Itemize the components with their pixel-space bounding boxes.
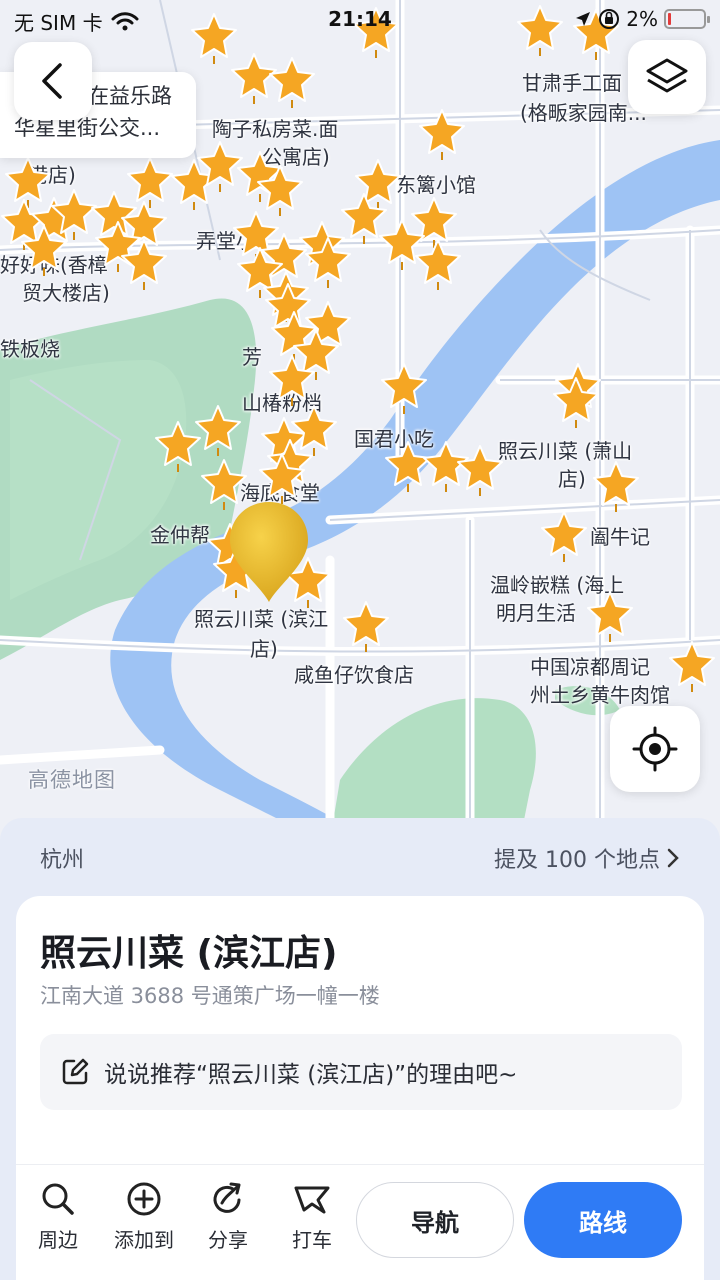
place-address: 江南大道 3688 号通策广场一幢一楼 xyxy=(40,984,380,1008)
poi-star-marker-icon[interactable] xyxy=(268,354,316,408)
divider xyxy=(16,1164,704,1165)
edit-icon xyxy=(62,1058,89,1085)
share-label: 分享 xyxy=(208,1228,248,1252)
recommend-reason-input[interactable]: 说说推荐“照云川菜 (滨江店)”的理由吧~ xyxy=(40,1034,682,1110)
poi-label[interactable]: 芳 xyxy=(242,344,262,370)
poi-label[interactable]: 店) xyxy=(558,466,586,492)
reason-placeholder: 说说推荐“照云川菜 (滨江店)”的理由吧~ xyxy=(104,1062,518,1088)
poi-label[interactable]: 阖牛记 xyxy=(590,524,650,550)
navigate-button[interactable]: 导航 xyxy=(356,1182,514,1258)
add-to-button[interactable]: 添加到 xyxy=(102,1180,186,1253)
poi-star-marker-icon[interactable] xyxy=(20,224,68,278)
poi-star-marker-icon[interactable] xyxy=(540,510,588,564)
poi-star-marker-icon[interactable] xyxy=(380,362,428,416)
poi-star-marker-icon[interactable] xyxy=(342,600,390,654)
poi-star-marker-icon[interactable] xyxy=(268,56,316,110)
mentions-link[interactable]: 提及 100 个地点 xyxy=(494,842,680,874)
add-circle-icon xyxy=(127,1182,161,1216)
poi-label[interactable]: 金仲帮 xyxy=(150,522,210,548)
poi-star-marker-icon[interactable] xyxy=(418,108,466,162)
poi-star-marker-icon[interactable] xyxy=(456,444,504,498)
search-icon xyxy=(42,1183,74,1215)
place-title: 照云川菜 (滨江店) xyxy=(40,933,338,974)
poi-label[interactable]: 陶子私房菜.面 xyxy=(212,116,338,142)
poi-star-marker-icon[interactable] xyxy=(120,238,168,292)
taxi-icon xyxy=(294,1186,330,1214)
back-arrow-icon xyxy=(42,63,62,99)
poi-star-marker-icon[interactable] xyxy=(586,590,634,644)
poi-star-marker-icon[interactable] xyxy=(194,404,242,458)
locate-me-button[interactable] xyxy=(610,706,700,792)
poi-label[interactable]: 咸鱼仔饮食店 xyxy=(294,662,414,688)
map-layers-button[interactable] xyxy=(628,40,706,114)
route-button[interactable]: 路线 xyxy=(524,1182,682,1258)
poi-star-marker-icon[interactable] xyxy=(552,376,600,430)
poi-label[interactable]: 铁板烧 xyxy=(0,336,60,362)
mentions-text: 提及 100 个地点 xyxy=(494,848,660,873)
poi-star-marker-icon[interactable] xyxy=(668,640,716,694)
battery-icon xyxy=(664,9,710,29)
battery-percent: 2% xyxy=(626,7,658,31)
nearby-label: 周边 xyxy=(38,1228,78,1252)
taxi-button[interactable]: 打车 xyxy=(270,1180,354,1253)
sheet-header: 杭州 提及 100 个地点 xyxy=(40,842,680,874)
place-card: 照云川菜 (滨江店) 江南大道 3688 号通策广场一幢一楼 说说推荐“照云川菜… xyxy=(16,896,704,1280)
back-button[interactable] xyxy=(14,42,92,120)
poi-label[interactable]: 明月生活 xyxy=(496,600,576,626)
poi-label[interactable]: 中国凉都周记 xyxy=(530,654,650,680)
share-icon xyxy=(213,1182,241,1213)
nearby-button[interactable]: 周边 xyxy=(16,1180,100,1253)
poi-label[interactable]: (格畈家园南... xyxy=(520,100,647,126)
share-button[interactable]: 分享 xyxy=(186,1180,270,1253)
poi-star-marker-icon[interactable] xyxy=(414,238,462,292)
crosshair-icon xyxy=(632,726,678,772)
orientation-lock-icon xyxy=(599,9,620,29)
poi-star-marker-icon[interactable] xyxy=(592,460,640,514)
selected-location-pin-icon[interactable] xyxy=(226,498,312,604)
poi-label[interactable]: 东篱小馆 xyxy=(396,172,476,198)
poi-label[interactable]: 店) xyxy=(250,636,278,662)
poi-label[interactable]: 甘肃手工面 xyxy=(522,70,622,96)
place-bottom-sheet[interactable]: 杭州 提及 100 个地点 照云川菜 (滨江店) 江南大道 3688 号通策广场… xyxy=(0,818,720,1280)
poi-label[interactable]: 贸大楼店) xyxy=(22,280,110,306)
map-watermark: 高德地图 xyxy=(28,768,116,792)
layers-icon xyxy=(646,58,688,93)
add-to-label: 添加到 xyxy=(114,1228,174,1252)
chevron-right-icon xyxy=(667,848,679,868)
location-arrow-icon xyxy=(576,12,591,26)
city-label: 杭州 xyxy=(40,848,85,873)
poi-label[interactable]: 州土乡黄牛肉馆 xyxy=(530,682,670,708)
status-bar: 无 SIM 卡 21:14 2% xyxy=(0,0,720,40)
taxi-label: 打车 xyxy=(292,1228,332,1252)
